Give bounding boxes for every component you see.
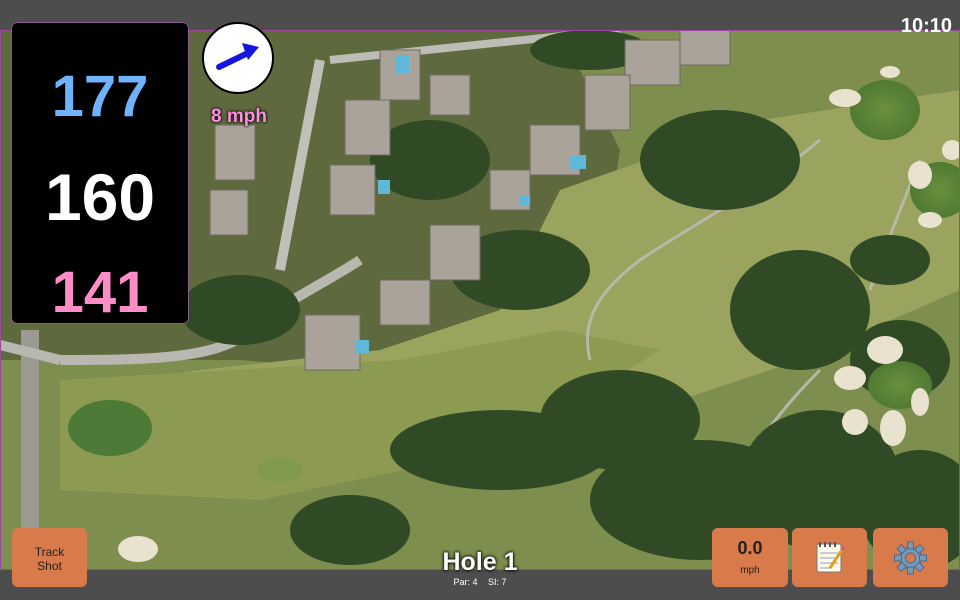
hole-info: Par: 4 SI: 7	[380, 577, 580, 587]
notes-button[interactable]	[792, 528, 867, 587]
back-distance: 177	[51, 64, 149, 129]
settings-button[interactable]	[873, 528, 948, 587]
wind-arrow-icon	[216, 43, 259, 70]
par-label: Par: 4	[453, 577, 478, 587]
hole-title: Hole 1	[442, 548, 518, 576]
speed-unit: mph	[740, 565, 760, 576]
gear-icon	[894, 541, 927, 575]
speed-button[interactable]: 0.0 mph	[712, 528, 788, 587]
front-distance: 141	[51, 260, 149, 325]
distance-panel: 177 160 141	[11, 22, 189, 325]
center-distance: 160	[44, 160, 156, 234]
track-shot-label-line1: Track	[34, 545, 65, 559]
stroke-index-label: SI: 7	[488, 577, 507, 587]
wind-indicator	[202, 22, 274, 94]
clock: 10:10	[900, 15, 952, 37]
wind-speed: 8 mph	[211, 106, 267, 127]
track-shot-label-line2: Shot	[37, 559, 62, 573]
speed-value: 0.0	[737, 538, 763, 558]
track-shot-button[interactable]: Track Shot	[12, 528, 87, 587]
notepad-icon	[816, 542, 846, 573]
